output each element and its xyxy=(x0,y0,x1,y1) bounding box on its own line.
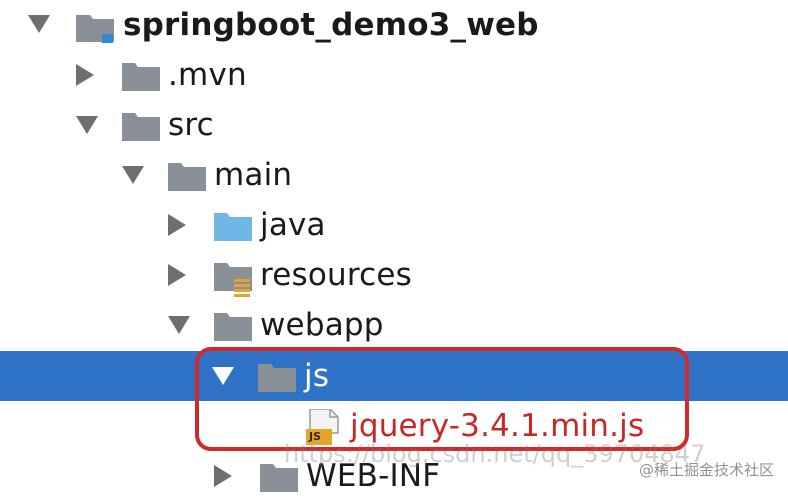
tree-label-src: src xyxy=(168,107,214,143)
tree-label-webapp: webapp xyxy=(260,307,384,343)
watermark-site: @稀土掘金技术社区 xyxy=(638,461,774,479)
expand-arrow-icon[interactable] xyxy=(122,166,144,188)
expand-arrow-icon[interactable] xyxy=(28,15,50,37)
highlight-box xyxy=(195,347,689,451)
collapse-arrow-icon[interactable] xyxy=(76,64,98,86)
tree-label-mvn: .mvn xyxy=(168,57,247,93)
collapse-arrow-icon[interactable] xyxy=(214,465,236,487)
folder-icon xyxy=(214,311,252,345)
tree-row-src[interactable]: src xyxy=(0,100,788,150)
tree-row-java[interactable]: java xyxy=(0,200,788,250)
tree-row-resources[interactable]: resources xyxy=(0,250,788,300)
project-tree: springboot_demo3_web .mvn src main java … xyxy=(0,0,788,498)
tree-row-main[interactable]: main xyxy=(0,150,788,200)
expand-arrow-icon[interactable] xyxy=(168,316,190,338)
module-folder-icon xyxy=(76,12,116,48)
tree-label-java: java xyxy=(260,207,326,243)
resources-folder-icon xyxy=(214,261,254,301)
source-folder-icon xyxy=(214,211,252,245)
tree-label-root: springboot_demo3_web xyxy=(123,7,539,43)
folder-icon xyxy=(122,111,160,145)
tree-label-main: main xyxy=(214,157,293,193)
tree-row-webapp[interactable]: webapp xyxy=(0,300,788,350)
folder-icon xyxy=(168,161,206,195)
collapse-arrow-icon[interactable] xyxy=(168,214,190,236)
collapse-arrow-icon[interactable] xyxy=(168,264,190,286)
folder-icon xyxy=(122,61,160,95)
tree-row-root[interactable]: springboot_demo3_web xyxy=(0,0,788,50)
tree-label-resources: resources xyxy=(260,257,413,293)
tree-row-mvn[interactable]: .mvn xyxy=(0,50,788,100)
expand-arrow-icon[interactable] xyxy=(76,116,98,138)
